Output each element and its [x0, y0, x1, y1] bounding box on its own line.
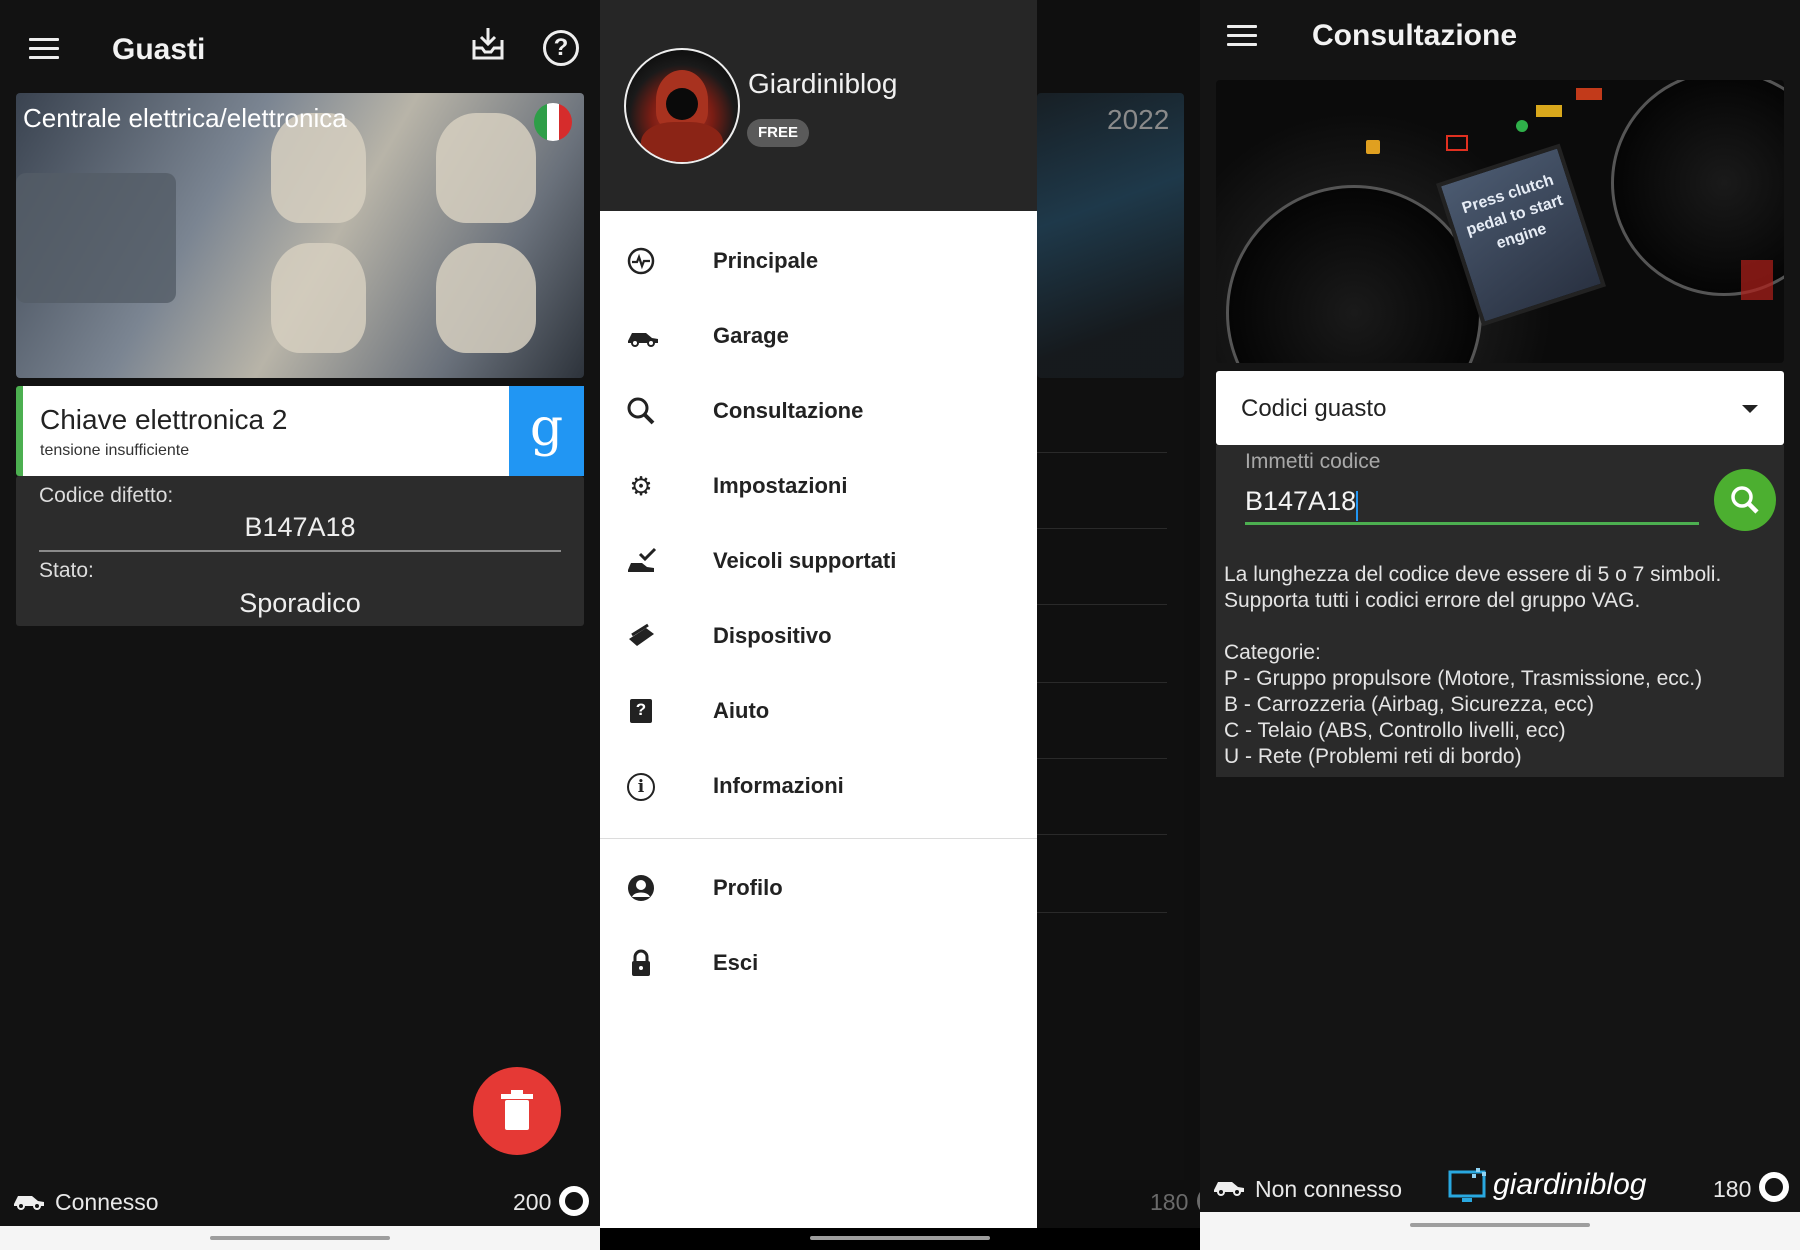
home-indicator[interactable]: [1410, 1223, 1590, 1227]
category-item: U - Rete (Problemi reti di bordo): [1224, 745, 1522, 768]
drawer-screen: 2022 180 Giardiniblog FREE Principale Ga…: [600, 0, 1200, 1250]
help-icon[interactable]: ?: [543, 30, 579, 66]
avatar[interactable]: [624, 48, 740, 164]
drawer-header: Giardiniblog FREE: [600, 0, 1037, 211]
car-icon: [12, 1190, 46, 1210]
fault-title: Chiave elettronica 2: [40, 404, 288, 435]
car-check-icon: [626, 546, 657, 576]
menu-item-consultazione[interactable]: Consultazione: [600, 374, 1037, 449]
connection-status: Connesso: [55, 1189, 159, 1215]
category-item: B - Carrozzeria (Airbag, Sicurezza, ecc): [1224, 693, 1594, 716]
info-icon: i: [626, 771, 656, 801]
menu-divider: [600, 838, 1037, 839]
gear-icon: ⚙: [629, 471, 653, 501]
menu-item-dispositivo[interactable]: Dispositivo: [600, 599, 1037, 674]
nav-strip: [1200, 1212, 1800, 1250]
help-icon: ?: [626, 696, 656, 726]
fault-subtitle: tensione insufficiente: [40, 442, 190, 459]
trash-icon: [501, 1090, 533, 1130]
menu-icon[interactable]: [29, 38, 59, 60]
user-name: Giardiniblog: [748, 68, 898, 99]
year-label: 2022: [1107, 104, 1170, 135]
google-search-button[interactable]: g: [509, 386, 584, 476]
device-icon: [626, 621, 656, 651]
menu-item-esci[interactable]: Esci: [600, 926, 1037, 1001]
brand-logo: giardiniblog: [1493, 1168, 1647, 1201]
page-title: Guasti: [112, 33, 206, 66]
car-interior-image: Centrale elettrica/elettronica: [16, 93, 584, 378]
connection-status: Non connesso: [1255, 1176, 1403, 1202]
dropdown-value: Codici guasto: [1241, 395, 1387, 422]
dimmed-background: 2022 180: [1037, 0, 1200, 1250]
delete-button[interactable]: [473, 1067, 561, 1155]
code-type-dropdown[interactable]: Codici guasto: [1216, 371, 1784, 445]
gauge-icon: [1759, 1172, 1789, 1202]
description: La lunghezza del codice deve essere di 5…: [1224, 562, 1779, 770]
menu-item-profilo[interactable]: Profilo: [600, 851, 1037, 926]
navigation-drawer: Giardiniblog FREE Principale Garage Cons…: [600, 0, 1037, 1228]
state-value: Sporadico: [239, 588, 361, 618]
code-label: Codice difetto:: [39, 484, 174, 507]
code-input-value: B147A18: [1245, 486, 1357, 516]
monitor-logo-icon: [1448, 1168, 1490, 1206]
lock-icon: [626, 948, 656, 978]
menu-item-informazioni[interactable]: i Informazioni: [600, 749, 1037, 824]
menu-icon[interactable]: [1227, 25, 1257, 47]
italy-flag-icon: [534, 103, 572, 141]
menu-item-veicoli-supportati[interactable]: Veicoli supportati: [600, 524, 1037, 599]
chevron-down-icon: [1742, 405, 1758, 413]
menu-item-aiuto[interactable]: ? Aiuto: [600, 674, 1037, 749]
menu-item-principale[interactable]: Principale: [600, 224, 1037, 299]
status-count: 200: [513, 1189, 552, 1215]
car-icon: [626, 321, 658, 351]
dashboard-image: Press clutch pedal to start engine: [1216, 80, 1784, 363]
fault-card[interactable]: Chiave elettronica 2 tensione insufficie…: [16, 386, 584, 476]
divider: [39, 550, 561, 552]
code-panel: Immetti codice B147A18 La lunghezza del …: [1216, 445, 1784, 777]
page-title: Consultazione: [1312, 19, 1518, 52]
home-indicator[interactable]: [810, 1236, 990, 1240]
banner-title: Centrale elettrica/elettronica: [23, 103, 347, 133]
car-icon: [1212, 1176, 1246, 1196]
status-count: 180: [1150, 1189, 1189, 1215]
code-value: B147A18: [244, 512, 356, 542]
text-cursor: [1356, 490, 1359, 521]
input-label: Immetti codice: [1245, 450, 1381, 473]
fault-details: Codice difetto: B147A18 Stato: Sporadico: [16, 476, 584, 626]
gauge-icon: [559, 1186, 589, 1216]
state-label: Stato:: [39, 559, 94, 582]
home-indicator[interactable]: [210, 1236, 390, 1240]
search-button[interactable]: [1714, 469, 1776, 531]
status-count: 180: [1713, 1176, 1752, 1202]
activity-icon: [626, 246, 656, 276]
menu-item-garage[interactable]: Garage: [600, 299, 1037, 374]
consultazione-screen: Consultazione Press clutch pedal to star…: [1200, 0, 1800, 1250]
code-input[interactable]: B147A18: [1245, 480, 1699, 525]
category-item: P - Gruppo propulsore (Motore, Trasmissi…: [1224, 667, 1703, 690]
guasti-screen: Guasti ? Centrale elettrica/elettronica …: [0, 0, 600, 1250]
category-item: C - Telaio (ABS, Controllo livelli, ecc): [1224, 719, 1566, 742]
search-icon: [626, 396, 656, 426]
download-inbox-icon[interactable]: [470, 26, 506, 62]
profile-icon: [626, 873, 656, 903]
search-icon: [1731, 486, 1759, 514]
plan-badge: FREE: [747, 119, 809, 147]
menu-item-impostazioni[interactable]: ⚙ Impostazioni: [600, 449, 1037, 524]
